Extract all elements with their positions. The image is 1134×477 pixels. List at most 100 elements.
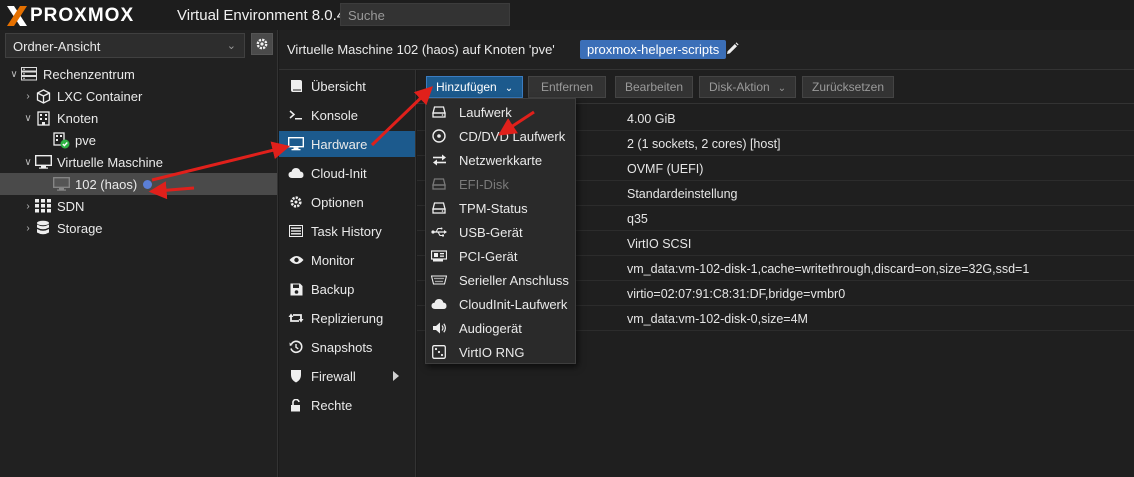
nav-item-hardware[interactable]: Hardware [279,131,415,157]
add-button[interactable]: Hinzufügen ⌄ [426,76,524,98]
nav-label: Backup [311,281,355,297]
nav-label: Cloud-Init [311,165,367,181]
tree-item-label: Storage [57,220,103,236]
menu-item-label: CloudInit-Laufwerk [459,296,568,312]
serial-port-icon [431,273,447,287]
remove-button-label: Entfernen [541,80,594,94]
view-selector-value: Ordner-Ansicht [13,39,101,54]
page-title: Virtuelle Maschine 102 (haos) auf Knoten… [287,42,555,57]
shield-icon [288,368,304,384]
collapse-arrow-icon[interactable]: ∨ [8,69,20,80]
proxmox-logo[interactable]: PROXMOX [6,5,134,27]
hdd-icon [431,201,447,215]
menu-item-cd-dvd[interactable]: CD/DVD Laufwerk [426,124,575,148]
vm-tag[interactable]: proxmox-helper-scripts [580,40,727,59]
terminal-icon [288,107,304,123]
hardware-value: 2 (1 sockets, 2 cores) [host] [627,137,781,151]
cloud-icon [431,297,447,311]
hardware-value: OVMF (UEFI) [627,162,704,176]
hardware-value: vm_data:vm-102-disk-1,cache=writethrough… [627,262,1030,276]
edit-button[interactable]: Bearbeiten [615,76,694,98]
status-dot-icon [143,179,153,189]
menu-item-usb-device[interactable]: USB-Gerät [426,220,575,244]
menu-item-audio-device[interactable]: Audiogerät [426,316,575,340]
add-hardware-menu: Laufwerk CD/DVD Laufwerk Netzwerkkarte E… [425,98,576,364]
menu-item-efi-disk: EFI-Disk [426,172,575,196]
tree-item-sdn[interactable]: › SDN [0,195,277,217]
unlock-icon [288,397,304,413]
menu-item-label: CD/DVD Laufwerk [459,128,566,144]
dice-icon [431,345,447,359]
expand-arrow-icon[interactable]: › [22,223,34,234]
tree-settings-button[interactable] [251,33,273,55]
nav-item-backup[interactable]: Backup [279,276,415,302]
menu-item-hard-disk[interactable]: Laufwerk [426,100,575,124]
nav-item-firewall[interactable]: Firewall [279,363,415,389]
tree-item-lxc-container[interactable]: › LXC Container [0,85,277,107]
nav-label: Snapshots [311,339,373,355]
nav-item-console[interactable]: Konsole [279,102,415,128]
hardware-value: VirtIO SCSI [627,237,692,251]
nav-label: Replizierung [311,310,384,326]
menu-item-network-card[interactable]: Netzwerkkarte [426,148,575,172]
menu-item-label: USB-Gerät [459,224,523,240]
menu-item-virtio-rng[interactable]: VirtIO RNG [426,340,575,364]
menu-item-pci-device[interactable]: PCI-Gerät [426,244,575,268]
nav-label: Monitor [311,252,355,268]
nav-item-permissions[interactable]: Rechte [279,392,415,418]
tree-item-datacenter[interactable]: ∨ Rechenzentrum [0,63,277,85]
tree-item-nodes[interactable]: ∨ Knoten [0,107,277,129]
nav-item-snapshots[interactable]: Snapshots [279,334,415,360]
tree-item-virtual-machines[interactable]: ∨ Virtuelle Maschine [0,151,277,173]
view-selector[interactable]: Ordner-Ansicht ⌄ [5,33,245,58]
expand-arrow-icon[interactable]: › [22,201,34,212]
menu-item-label: Laufwerk [459,104,512,120]
floppy-icon [288,281,304,297]
nav-label: Firewall [311,368,356,384]
tree-item-vm-102[interactable]: 102 (haos) [0,173,277,195]
pencil-icon[interactable] [725,42,739,56]
remove-button[interactable]: Entfernen [528,76,607,98]
tree-item-label: Knoten [57,110,99,126]
history-icon [288,339,304,355]
top-bar: PROXMOX Virtual Environment 8.0.4 Suche [0,0,1134,30]
hardware-value: virtio=02:07:91:C8:31:DF,bridge=vmbr0 [627,287,846,301]
edit-button-label: Bearbeiten [625,80,684,94]
grid-icon [34,198,52,214]
disk-action-button[interactable]: Disk-Aktion ⌄ [699,76,797,98]
cube-icon [34,88,52,104]
list-icon [288,223,304,239]
search-input[interactable]: Suche [340,3,510,26]
menu-item-serial-port[interactable]: Serieller Anschluss [426,268,575,292]
hardware-value: q35 [627,212,648,226]
menu-item-label: Netzwerkkarte [459,152,543,168]
nav-item-replication[interactable]: Replizierung [279,305,415,331]
hardware-value: vm_data:vm-102-disk-0,size=4M [627,312,808,326]
submenu-arrow-icon [393,371,399,381]
nav-item-summary[interactable]: Übersicht [279,73,415,99]
collapse-arrow-icon[interactable]: ∨ [22,157,34,168]
nav-label: Task History [311,223,382,239]
nav-item-options[interactable]: Optionen [279,189,415,215]
nav-item-cloud-init[interactable]: Cloud-Init [279,160,415,186]
menu-item-label: PCI-Gerät [459,248,518,264]
monitor-icon [34,154,52,170]
nav-item-monitor[interactable]: Monitor [279,247,415,273]
tree-item-node-pve[interactable]: pve [0,129,277,151]
cd-icon [431,129,447,143]
nav-label: Übersicht [311,78,366,94]
nav-label: Hardware [311,136,368,152]
hdd-icon [431,177,447,191]
tree-item-storage[interactable]: › Storage [0,217,277,239]
menu-item-label: EFI-Disk [459,176,509,192]
menu-item-cloudinit-drive[interactable]: CloudInit-Laufwerk [426,292,575,316]
gear-icon [288,194,304,210]
menu-item-tpm-state[interactable]: TPM-Status [426,196,575,220]
product-title: Virtual Environment 8.0.4 [177,7,346,24]
revert-button[interactable]: Zurücksetzen [802,76,895,98]
nav-item-task-history[interactable]: Task History [279,218,415,244]
collapse-arrow-icon[interactable]: ∨ [22,113,34,124]
revert-button-label: Zurücksetzen [812,80,885,94]
pci-card-icon [431,249,447,263]
expand-arrow-icon[interactable]: › [22,91,34,102]
